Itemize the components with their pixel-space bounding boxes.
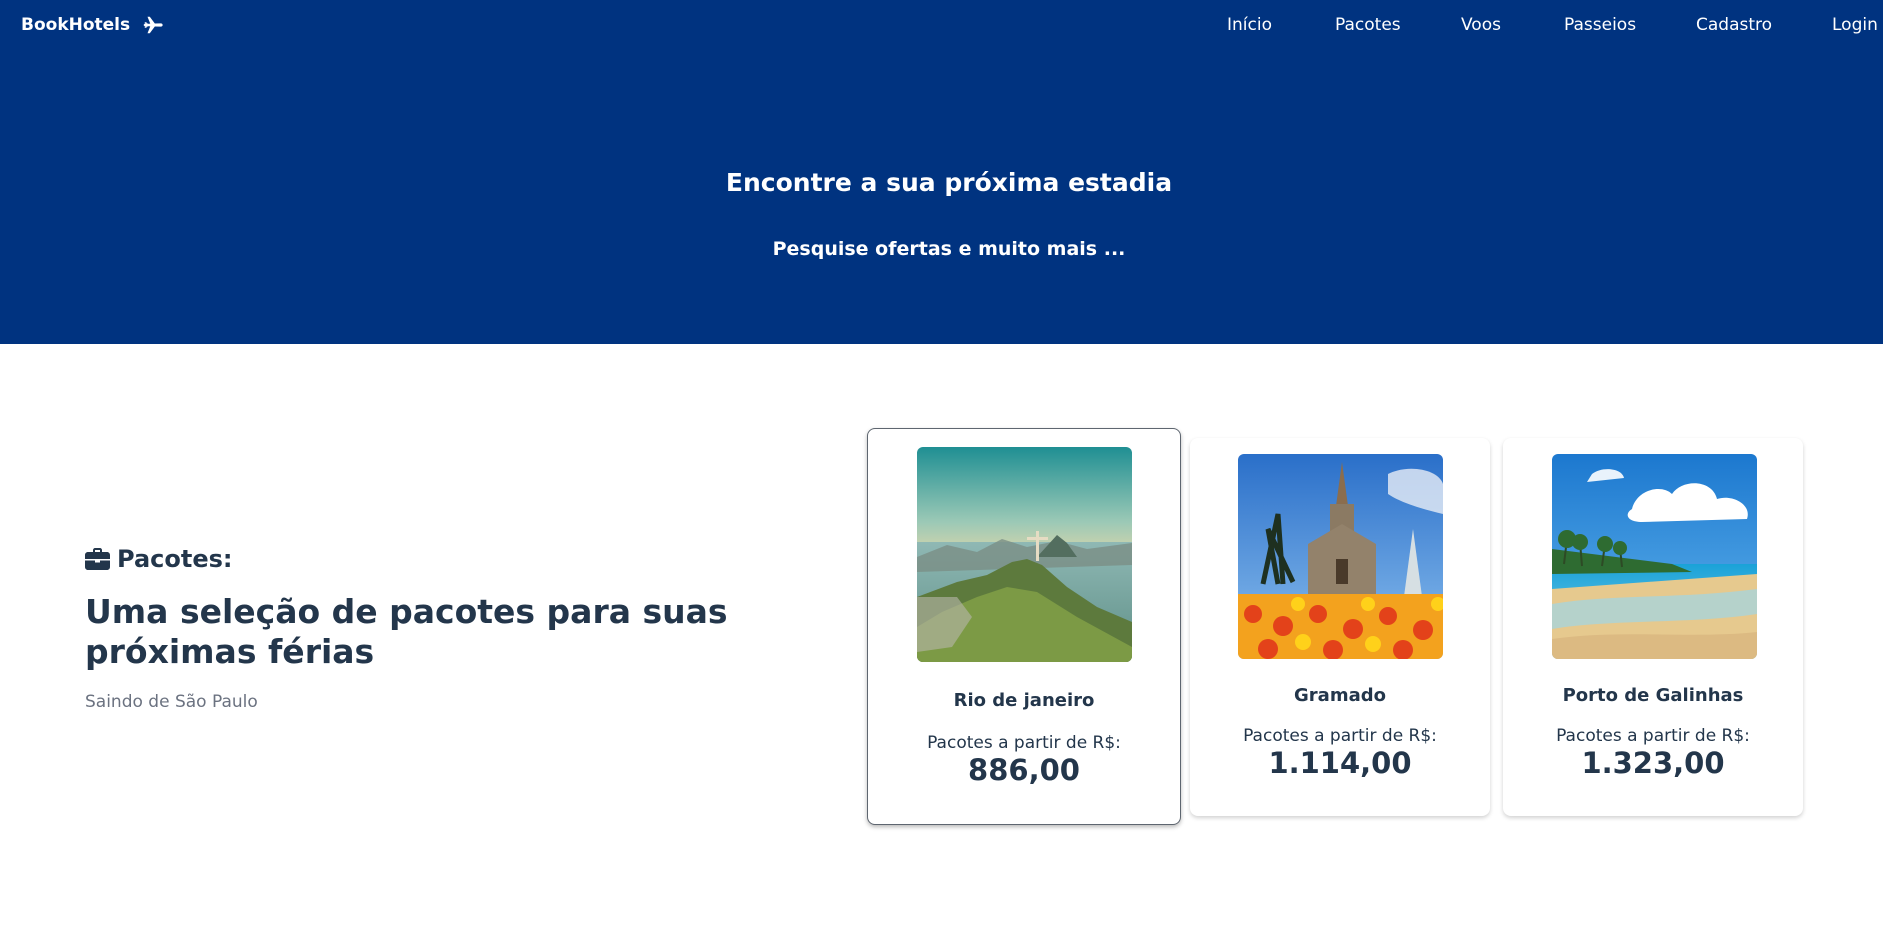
hero-subtitle: Pesquise ofertas e muito mais ... (772, 238, 1126, 260)
card-city: Porto de Galinhas (1562, 685, 1744, 706)
nav-inicio[interactable]: Início (1227, 13, 1272, 37)
package-card-rio[interactable]: Rio de janeiro Pacotes a partir de R$: 8… (867, 428, 1181, 825)
package-card-gramado[interactable]: Gramado Pacotes a partir de R$: 1.114,00 (1190, 438, 1490, 816)
nav-passeios[interactable]: Passeios (1564, 13, 1636, 37)
porto-de-galinhas-photo (1552, 454, 1757, 659)
hero-title: Encontre a sua próxima estadia (725, 168, 1173, 197)
main-nav: Início Pacotes Voos Passeios Cadastro Lo… (0, 13, 1883, 37)
card-price: 1.323,00 (1581, 746, 1725, 780)
card-price: 886,00 (968, 753, 1080, 787)
card-price-label: Pacotes a partir de R$: (927, 733, 1121, 753)
briefcase-icon (85, 548, 110, 570)
packages-title: Uma seleção de pacotes para suas próxima… (85, 592, 728, 671)
nav-cadastro[interactable]: Cadastro (1696, 13, 1772, 37)
nav-login[interactable]: Login (1832, 13, 1878, 37)
nav-voos[interactable]: Voos (1461, 13, 1501, 37)
rio-photo (917, 447, 1132, 662)
packages-origin: Saindo de São Paulo (85, 692, 258, 712)
card-price-label: Pacotes a partir de R$: (1243, 726, 1437, 746)
card-price: 1.114,00 (1268, 746, 1412, 780)
package-card-porto-de-galinhas[interactable]: Porto de Galinhas Pacotes a partir de R$… (1503, 438, 1803, 816)
nav-pacotes[interactable]: Pacotes (1335, 13, 1401, 37)
card-city: Rio de janeiro (953, 690, 1095, 711)
card-city: Gramado (1294, 685, 1386, 706)
gramado-photo (1238, 454, 1443, 659)
hero-banner: BookHotels Início Pacotes Voos Passeios … (0, 0, 1883, 344)
packages-heading: Pacotes: (85, 545, 233, 573)
packages-heading-label: Pacotes: (117, 545, 233, 573)
card-price-label: Pacotes a partir de R$: (1556, 726, 1750, 746)
